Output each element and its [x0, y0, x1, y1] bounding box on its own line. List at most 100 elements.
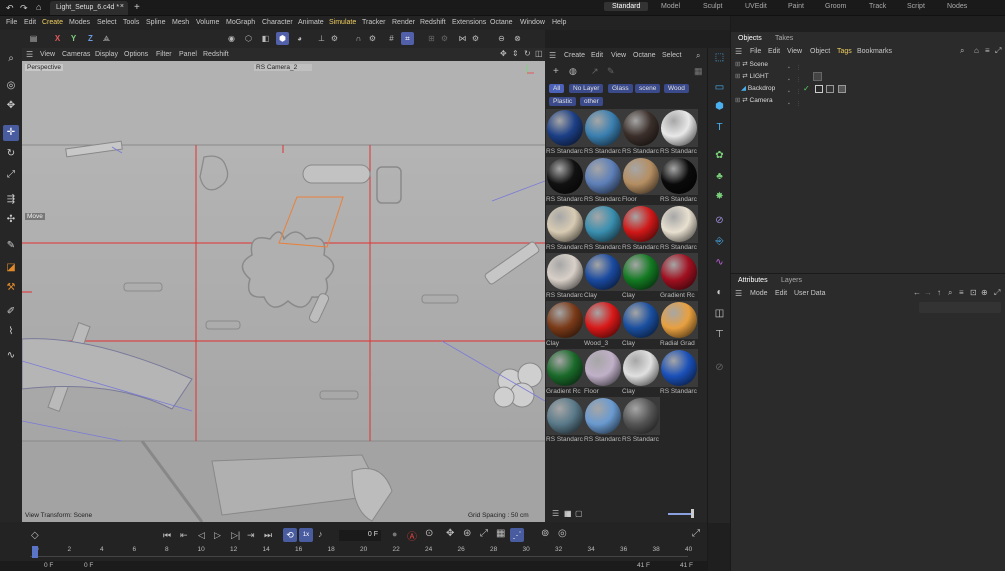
redo-icon[interactable]: ↷: [20, 3, 28, 14]
material-swatch[interactable]: RS Standarc: [660, 157, 698, 205]
workspace-sculpt[interactable]: Sculpt: [703, 3, 722, 10]
tag-icon[interactable]: ⊘: [712, 360, 727, 375]
cube-object-icon[interactable]: ⬢: [712, 99, 727, 114]
generator-icon[interactable]: ✿: [712, 148, 727, 163]
material-hamburger-icon[interactable]: ☰: [549, 51, 556, 60]
points-mode-icon[interactable]: ⬡: [242, 32, 255, 45]
material-tag-icon[interactable]: [826, 85, 834, 93]
workspace-paint[interactable]: Paint: [788, 3, 804, 10]
menu-mograph[interactable]: MoGraph: [226, 19, 255, 26]
attributes-filter-icon[interactable]: ≡: [959, 288, 964, 297]
symmetry-settings-icon[interactable]: ⚙: [469, 32, 482, 45]
menu-character[interactable]: Character: [262, 19, 293, 26]
grid-snap-icon[interactable]: #: [385, 32, 398, 45]
menu-help[interactable]: Help: [552, 19, 566, 26]
selection-tool-icon[interactable]: ✥: [3, 98, 19, 114]
objects-expand-icon[interactable]: ⤢: [995, 46, 1001, 56]
next-frame-icon[interactable]: ▷|: [231, 530, 240, 541]
large-view-icon[interactable]: ▢: [575, 509, 583, 518]
attributes-menu-edit[interactable]: Edit: [775, 290, 787, 297]
viewport-menu-options[interactable]: Options: [124, 51, 148, 58]
objects-menu-file[interactable]: File: [750, 48, 761, 55]
material-swatch[interactable]: Floor: [584, 349, 622, 397]
workspace-track[interactable]: Track: [869, 3, 886, 10]
menu-volume[interactable]: Volume: [196, 19, 219, 26]
point-level-icon[interactable]: ⋰: [510, 528, 524, 542]
playhead[interactable]: [32, 546, 38, 558]
objects-search-icon[interactable]: ⌕: [960, 46, 964, 56]
menu-render[interactable]: Render: [392, 19, 415, 26]
light-tag-icon[interactable]: [813, 72, 822, 81]
current-frame-field[interactable]: 0 F: [339, 530, 381, 541]
objects-home-icon[interactable]: ⌂: [974, 46, 979, 55]
forward-arrow-icon[interactable]: →: [924, 288, 932, 297]
tab-takes[interactable]: Takes: [775, 35, 793, 42]
search-icon[interactable]: ⌕: [3, 51, 19, 67]
menu-octane[interactable]: Octane: [490, 19, 513, 26]
play-icon[interactable]: ▷: [214, 530, 221, 541]
rotate-tool-icon[interactable]: ↻: [3, 146, 19, 162]
material-swatch[interactable]: Floor: [622, 157, 660, 205]
enabled-check-icon[interactable]: ✓: [803, 84, 810, 93]
workspace-standard[interactable]: Standard: [604, 2, 649, 11]
tab-objects[interactable]: Objects: [738, 35, 762, 42]
camera-object-icon[interactable]: ⬚: [712, 50, 727, 65]
coordinate-system-icon[interactable]: ⟁: [100, 32, 113, 45]
record-disabled-icon[interactable]: ●: [392, 529, 397, 539]
menu-window[interactable]: Window: [520, 19, 545, 26]
material-edit-icon[interactable]: ✎: [607, 66, 615, 77]
new-tab-icon[interactable]: +: [134, 2, 140, 13]
go-to-start-icon[interactable]: ⏮: [163, 530, 171, 541]
objects-menu-view[interactable]: View: [787, 48, 802, 55]
add-material-icon[interactable]: +: [553, 66, 559, 77]
filter-wood[interactable]: Wood: [664, 84, 689, 93]
filter-no-layer[interactable]: No Layer: [569, 84, 604, 93]
film-icon[interactable]: ▤: [27, 32, 40, 45]
environment-icon[interactable]: ◐: [712, 285, 727, 300]
viewport-menu-panel[interactable]: Panel: [179, 51, 197, 58]
move-tool-icon[interactable]: ✛: [3, 125, 19, 141]
material-swatch[interactable]: RS Standarc: [584, 157, 622, 205]
viewport-menu-cameras[interactable]: Cameras: [62, 51, 90, 58]
spline-icon[interactable]: ∿: [712, 255, 727, 270]
grid-view-icon[interactable]: ▦: [564, 509, 572, 518]
attributes-lock-icon[interactable]: ⊡: [970, 288, 977, 297]
material-swatch[interactable]: RS Standarc: [622, 205, 660, 253]
material-search-icon[interactable]: ⌕: [696, 51, 700, 61]
material-swatch[interactable]: Clay: [622, 301, 660, 349]
expand-icon[interactable]: ⊞: [735, 97, 740, 104]
previous-frame-icon[interactable]: ◁: [198, 530, 205, 541]
param-key-icon[interactable]: ▦: [496, 528, 505, 539]
objects-menu-tags[interactable]: Tags: [837, 48, 852, 55]
timeline-ruler[interactable]: 0246810121416182022242628303234363840: [30, 546, 692, 559]
material-swatch[interactable]: RS Standarc: [584, 397, 622, 445]
field-icon[interactable]: ⎆: [712, 234, 727, 249]
menu-mesh[interactable]: Mesh: [172, 19, 189, 26]
menu-tracker[interactable]: Tracker: [362, 19, 385, 26]
list-view-icon[interactable]: ☰: [552, 509, 559, 518]
live-selection-icon[interactable]: ◎: [3, 78, 19, 94]
pan-icon[interactable]: ✥: [500, 49, 507, 58]
thumbnail-size-handle[interactable]: [691, 509, 694, 518]
material-menu-select[interactable]: Select: [662, 52, 681, 59]
filter-glass[interactable]: Glass: [608, 84, 633, 93]
material-swatch[interactable]: RS Standarc: [546, 109, 584, 157]
polygon-pen-icon[interactable]: ◪: [3, 260, 19, 276]
attributes-hamburger-icon[interactable]: ☰: [735, 289, 742, 298]
attributes-menu-mode[interactable]: Mode: [750, 290, 768, 297]
home-icon[interactable]: ⌂: [36, 2, 41, 12]
viewport-menu-view[interactable]: View: [40, 51, 55, 58]
material-swatch[interactable]: Radial Grad: [660, 301, 698, 349]
playback-rate-icon[interactable]: 1x: [299, 528, 313, 542]
axis-z-button[interactable]: Z: [84, 32, 97, 45]
render-dots[interactable]: ⋮ ⋮ ⋮ ⋮: [796, 62, 801, 107]
material-sphere-icon[interactable]: ◍: [569, 66, 577, 77]
menu-animate[interactable]: Animate: [298, 19, 324, 26]
object-row-scene[interactable]: ⊞ ⇄ Scene: [735, 60, 768, 71]
viewport-menu-redshift[interactable]: Redshift: [203, 51, 229, 58]
material-swatch[interactable]: Clay: [622, 349, 660, 397]
viewport-menu-display[interactable]: Display: [95, 51, 118, 58]
attributes-menu-user-data[interactable]: User Data: [794, 290, 826, 297]
camera-selector[interactable]: RS Camera_2: [254, 64, 312, 71]
object-row-camera[interactable]: ⊞ ⇄ Camera: [735, 96, 773, 107]
